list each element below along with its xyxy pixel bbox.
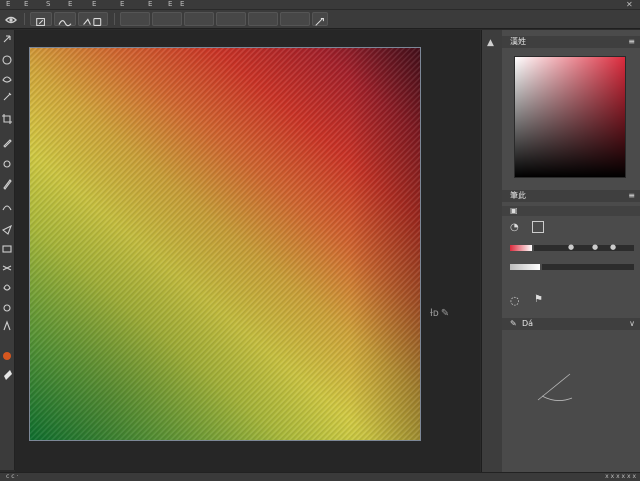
brush-readout-text: ƚᴅ	[430, 308, 439, 319]
wave-brush-icon[interactable]	[54, 12, 76, 27]
eraser-icon	[2, 245, 12, 253]
eye-icon[interactable]	[4, 12, 18, 26]
airbrush-icon[interactable]	[312, 12, 328, 26]
brush-icon	[3, 179, 12, 190]
clone-stamp-icon	[2, 205, 12, 211]
brush-panel-menu-icon[interactable]: ≡	[628, 190, 635, 202]
crop-icon	[2, 114, 12, 124]
eyedropper-icon	[3, 139, 12, 148]
color-panel-menu-icon[interactable]: ≡	[628, 36, 635, 48]
brush-stroke-preview	[502, 330, 640, 472]
option-slot-6[interactable]	[280, 12, 310, 26]
magic-wand-icon	[3, 92, 12, 101]
menu-item-2[interactable]: E	[24, 0, 28, 9]
option-slot-3[interactable]	[184, 12, 214, 26]
brush-preview-pencil-icon: ✎	[510, 319, 517, 328]
brush-preview-header[interactable]: ✎ Dá ∨	[502, 318, 640, 330]
slider-marker-1[interactable]: ●	[568, 243, 574, 251]
move-icon	[3, 35, 11, 43]
brush-texture-icon[interactable]	[532, 221, 544, 233]
option-slot-5[interactable]	[248, 12, 278, 26]
option-slot-1[interactable]	[120, 12, 150, 26]
brush-shape-icon[interactable]: ◔	[510, 222, 519, 233]
document-area: ƚᴅ ✎	[15, 30, 480, 472]
option-slot-2[interactable]	[152, 12, 182, 26]
brush-row-1[interactable]: ▣	[502, 206, 640, 216]
healing-icon	[3, 160, 11, 168]
dodge-icon	[3, 304, 11, 312]
brush-row-2: ◔	[502, 220, 640, 236]
menu-item-8[interactable]: E	[168, 0, 172, 9]
brush-tip-icon[interactable]: ◌	[510, 294, 520, 307]
marquee-icon	[2, 55, 12, 65]
panel-toggle-icon[interactable]: ▲	[487, 38, 494, 48]
brush-preset-icon[interactable]	[30, 12, 52, 26]
menu-item-7[interactable]: E	[148, 0, 152, 9]
gradient-icon	[2, 265, 12, 271]
window-close-icon[interactable]: ✕	[626, 0, 633, 9]
opacity-slider-row[interactable]	[510, 262, 636, 272]
brush-row-3: ◌ ⚑	[502, 292, 640, 310]
brush-stroke-illustration	[537, 373, 573, 401]
pen-icon	[3, 320, 11, 331]
panel-gutter: ▲	[481, 30, 503, 472]
path-select-icon	[4, 370, 12, 380]
lasso-icon	[2, 76, 12, 83]
panels: 漢姓 ≡ 筆此 ≡ ▣ ◔ ● ● ● ◌ ⚑ ✎ Dá ∨	[502, 30, 640, 472]
brush-preview-collapse-icon[interactable]: ∨	[629, 319, 635, 328]
menu-item-5[interactable]: E	[92, 0, 96, 9]
brush-pencil-icon: ✎	[440, 308, 450, 319]
slider-marker-3[interactable]: ●	[610, 243, 616, 251]
options-bar	[0, 10, 640, 29]
canvas[interactable]	[29, 47, 421, 441]
brush-preview-label: Dá	[522, 319, 534, 328]
tools-panel	[0, 30, 15, 470]
brush-panel-header[interactable]: 筆此 ≡	[502, 190, 640, 202]
slider-marker-2[interactable]: ●	[592, 243, 598, 251]
menu-item-6[interactable]: E	[120, 0, 124, 9]
brush-size-icon[interactable]: ▣	[510, 206, 518, 215]
history-brush-icon	[1, 224, 13, 235]
menu-item-9[interactable]: E	[180, 0, 184, 9]
canvas-shade	[30, 48, 420, 440]
color-panel-title: 漢姓	[510, 37, 526, 46]
brush-panel-title: 筆此	[510, 191, 526, 200]
tool-icons	[1, 35, 13, 380]
pressure-icon[interactable]	[78, 12, 108, 26]
color-slider-row[interactable]: ● ● ●	[510, 243, 636, 253]
option-slot-4[interactable]	[216, 12, 246, 26]
color-picker-field[interactable]	[514, 56, 626, 178]
record-icon	[3, 352, 11, 360]
brush-readout: ƚᴅ ✎	[430, 308, 449, 319]
blur-icon	[3, 284, 11, 291]
menu-item-3[interactable]: S	[46, 0, 50, 9]
menu-item-1[interactable]: E	[6, 0, 10, 9]
color-panel-header[interactable]: 漢姓 ≡	[502, 36, 640, 48]
menu-item-4[interactable]: E	[68, 0, 72, 9]
menu-bar: E E S E E E E E E ✕	[0, 0, 640, 10]
brush-flag-icon[interactable]: ⚑	[534, 294, 543, 305]
